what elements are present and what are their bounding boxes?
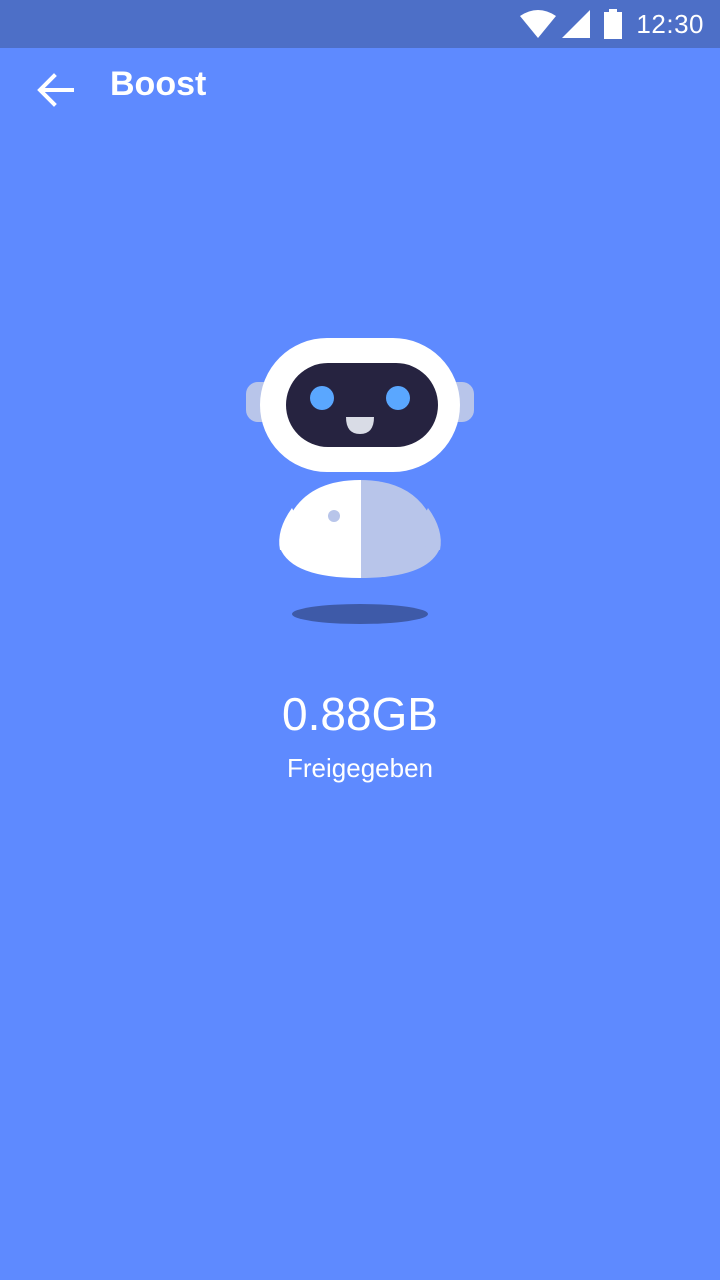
robot-left-eye (310, 386, 334, 410)
back-button[interactable] (24, 58, 88, 122)
arrow-back-icon (37, 73, 74, 107)
robot-shadow (292, 604, 428, 624)
robot-chest-dot (328, 510, 340, 522)
boost-screen: 12:30 Boost 0.88GB Freigegeben (0, 0, 720, 1280)
cell-signal-icon (562, 10, 591, 38)
freed-memory-label: Freigegeben (287, 753, 433, 783)
wifi-icon (520, 10, 557, 38)
page-title: Boost (110, 65, 207, 103)
robot-mascot-illustration (246, 338, 474, 624)
status-time: 12:30 (636, 8, 704, 39)
app-bar: Boost (0, 48, 720, 124)
robot-body (280, 480, 440, 578)
robot-face (286, 363, 438, 447)
status-icons: 12:30 (520, 0, 704, 48)
battery-icon (604, 9, 623, 39)
freed-memory-amount: 0.88GB (282, 688, 438, 740)
status-bar: 12:30 (0, 0, 720, 48)
robot-right-eye (386, 386, 410, 410)
